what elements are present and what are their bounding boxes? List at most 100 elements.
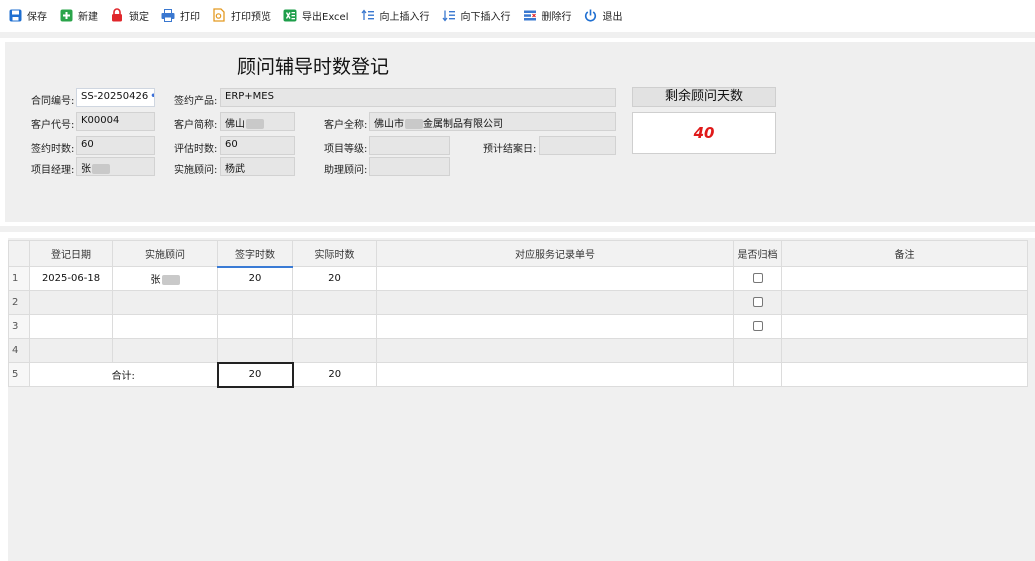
archived-cell[interactable]	[733, 266, 782, 291]
save-button[interactable]: 保存	[4, 4, 51, 26]
contract-no-label: 合同编号:	[31, 96, 75, 107]
remaining-days-label: 剩余顾问天数	[632, 87, 776, 107]
actual-hours-cell[interactable]: 20	[292, 266, 377, 291]
estimated-hours-label: 评估时数:	[174, 144, 218, 155]
signed-hours-cell[interactable]	[217, 290, 293, 315]
column-header-note[interactable]: 备注	[781, 240, 1028, 267]
note-cell[interactable]	[781, 314, 1028, 339]
customer-short-label: 客户简称:	[174, 120, 218, 131]
customer-code-label: 客户代号:	[31, 120, 75, 131]
row-number: 5	[8, 362, 30, 387]
redacted-mark	[246, 119, 264, 129]
hours-grid-area: 登记日期 实施顾问 签字时数 实际时数 对应服务记录单号 是否归档 备注 1 2…	[8, 238, 1035, 561]
product-label: 签约产品:	[174, 96, 218, 107]
print-preview-icon	[212, 8, 226, 22]
separator	[0, 32, 1035, 38]
signed-hours-cell[interactable]: 20	[217, 266, 293, 291]
record-no-cell[interactable]	[376, 314, 734, 339]
archived-cell[interactable]	[733, 338, 782, 363]
contract-no-field[interactable]: SS-20250426•••	[76, 88, 155, 107]
exit-label: 退出	[602, 11, 623, 23]
total-note-cell	[781, 362, 1028, 387]
new-label: 新建	[78, 11, 98, 23]
customer-code-field[interactable]: K00004	[76, 112, 155, 131]
date-cell[interactable]	[29, 338, 113, 363]
header-form-panel: 顾问辅导时数登记 合同编号: SS-20250426••• 签约产品: ERP+…	[5, 42, 1035, 222]
record-no-cell[interactable]	[376, 338, 734, 363]
total-row: 5 合计: 20 20	[8, 361, 1028, 388]
table-row: 2	[8, 290, 1028, 315]
customer-full-prefix: 佛山市	[374, 119, 404, 130]
column-header-record-no[interactable]: 对应服务记录单号	[376, 240, 734, 267]
exit-button[interactable]: 退出	[580, 4, 627, 26]
archived-checkbox[interactable]	[752, 297, 763, 307]
archived-cell[interactable]	[733, 290, 782, 315]
customer-full-field[interactable]: 佛山市 金属制品有限公司	[369, 112, 616, 131]
consultant-field[interactable]: 杨武	[220, 157, 295, 176]
lock-button[interactable]: 锁定	[106, 4, 153, 26]
total-signed-hours[interactable]: 20	[216, 361, 294, 388]
delete-row-icon	[523, 8, 537, 22]
consultant-cell[interactable]	[112, 314, 218, 339]
new-icon	[59, 8, 73, 22]
column-header-actual-hours[interactable]: 实际时数	[292, 240, 377, 267]
remaining-days-value: 40	[632, 112, 776, 154]
consultant-cell[interactable]	[112, 290, 218, 315]
contract-hours-field[interactable]: 60	[76, 136, 155, 155]
hours-grid: 登记日期 实施顾问 签字时数 实际时数 对应服务记录单号 是否归档 备注 1 2…	[8, 240, 1028, 388]
column-header-signed-hours[interactable]: 签字时数	[217, 240, 293, 268]
expected-close-field[interactable]	[539, 136, 616, 155]
print-icon	[161, 8, 175, 22]
new-button[interactable]: 新建	[55, 4, 102, 26]
expected-close-label: 预计结案日:	[483, 144, 537, 155]
actual-hours-cell[interactable]	[292, 290, 377, 315]
note-cell[interactable]	[781, 338, 1028, 363]
project-level-label: 项目等级:	[324, 144, 368, 155]
insert-row-down-label: 向下插入行	[460, 11, 511, 23]
export-excel-button[interactable]: 导出Excel	[279, 4, 353, 26]
insert-row-up-button[interactable]: 向上插入行	[357, 4, 434, 26]
note-cell[interactable]	[781, 266, 1028, 291]
grid-header-row: 登记日期 实施顾问 签字时数 实际时数 对应服务记录单号 是否归档 备注	[8, 240, 1028, 268]
record-no-cell[interactable]	[376, 290, 734, 315]
record-no-cell[interactable]	[376, 266, 734, 291]
insert-up-icon	[360, 8, 375, 22]
column-header-archived[interactable]: 是否归档	[733, 240, 782, 267]
export-excel-label: 导出Excel	[302, 11, 349, 23]
customer-short-field[interactable]: 佛山	[220, 112, 295, 131]
print-button[interactable]: 打印	[157, 4, 204, 26]
print-label: 打印	[180, 11, 200, 23]
assistant-field[interactable]	[369, 157, 450, 176]
date-cell[interactable]: 2025-06-18	[29, 266, 113, 291]
table-row: 1 2025-06-18 张 20 20	[8, 266, 1028, 291]
archived-checkbox[interactable]	[752, 273, 763, 283]
estimated-hours-field[interactable]: 60	[220, 136, 295, 155]
delete-row-label: 删除行	[541, 11, 572, 23]
archived-cell[interactable]	[733, 314, 782, 339]
date-cell[interactable]	[29, 314, 113, 339]
signed-hours-cell[interactable]	[217, 338, 293, 363]
redacted-mark	[92, 164, 110, 174]
signed-hours-cell[interactable]	[217, 314, 293, 339]
contract-lookup-button[interactable]: •••	[150, 91, 154, 102]
product-field[interactable]: ERP+MES	[220, 88, 616, 107]
note-cell[interactable]	[781, 290, 1028, 315]
date-cell[interactable]	[29, 290, 113, 315]
total-record-cell	[376, 362, 734, 387]
assistant-label: 助理顾问:	[324, 165, 368, 176]
actual-hours-cell[interactable]	[292, 338, 377, 363]
consultant-cell[interactable]	[112, 338, 218, 363]
insert-row-up-label: 向上插入行	[379, 11, 430, 23]
column-header-date[interactable]: 登记日期	[29, 240, 113, 267]
actual-hours-cell[interactable]	[292, 314, 377, 339]
archived-checkbox[interactable]	[752, 321, 763, 331]
project-manager-field[interactable]: 张	[76, 157, 155, 176]
print-preview-label: 打印预览	[231, 11, 271, 23]
print-preview-button[interactable]: 打印预览	[208, 4, 275, 26]
project-manager-value: 张	[81, 164, 91, 175]
delete-row-button[interactable]: 删除行	[519, 4, 576, 26]
consultant-cell[interactable]: 张	[112, 266, 218, 291]
project-level-field[interactable]	[369, 136, 450, 155]
column-header-consultant[interactable]: 实施顾问	[112, 240, 218, 267]
insert-row-down-button[interactable]: 向下插入行	[438, 4, 515, 26]
